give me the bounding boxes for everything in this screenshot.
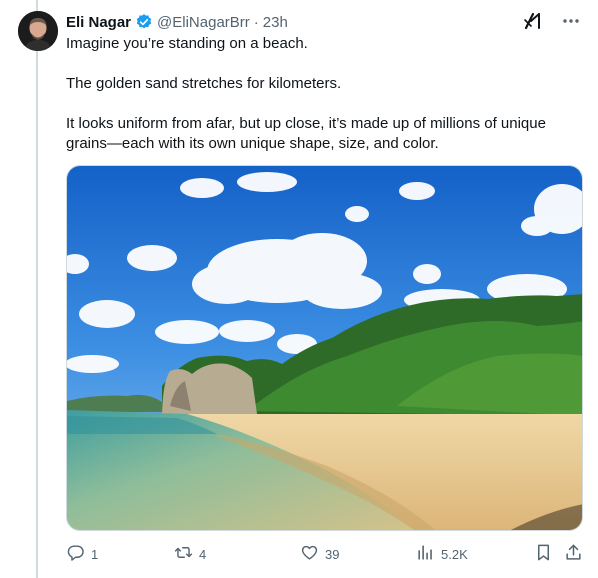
tweet-actions: 1 4 39 5.2K — [66, 542, 586, 566]
bookmark-button[interactable] — [534, 542, 553, 566]
avatar[interactable] — [18, 11, 58, 51]
tweet-line-3: It looks uniform from afar, but up close… — [66, 115, 546, 152]
reply-icon — [66, 543, 85, 565]
repost-icon — [174, 543, 193, 565]
views-count: 5.2K — [441, 546, 468, 562]
bookmark-icon — [534, 543, 553, 565]
tweet-photo[interactable] — [66, 165, 583, 531]
more-icon[interactable] — [560, 10, 582, 32]
reply-count: 1 — [91, 546, 99, 562]
author-name[interactable]: Eli Nagar — [66, 14, 131, 31]
tweet-top-actions — [522, 10, 582, 32]
tweet[interactable]: Eli Nagar @EliNagarBrr · 23h Imagine you… — [0, 0, 598, 578]
tweet-text: Imagine you’re standing on a beach. The … — [66, 34, 576, 154]
like-count: 39 — [325, 546, 340, 562]
views-icon — [416, 543, 435, 565]
repost-button[interactable]: 4 — [174, 542, 206, 566]
repost-count: 4 — [199, 546, 207, 562]
share-button[interactable] — [564, 542, 583, 566]
reply-button[interactable]: 1 — [66, 542, 98, 566]
tweet-line-2: The golden sand stretches for kilometers… — [66, 75, 342, 92]
like-button[interactable]: 39 — [300, 542, 339, 566]
tweet-header: Eli Nagar @EliNagarBrr · 23h — [66, 12, 288, 32]
grok-icon[interactable] — [522, 10, 544, 32]
like-icon — [300, 543, 319, 565]
tweet-line-1: Imagine you’re standing on a beach. — [66, 35, 308, 52]
separator-dot: · — [253, 13, 259, 31]
timestamp[interactable]: 23h — [263, 14, 288, 31]
author-handle[interactable]: @EliNagarBrr — [157, 14, 250, 31]
verified-badge-icon — [135, 13, 153, 31]
views-button[interactable]: 5.2K — [416, 542, 468, 566]
share-icon — [564, 543, 583, 565]
